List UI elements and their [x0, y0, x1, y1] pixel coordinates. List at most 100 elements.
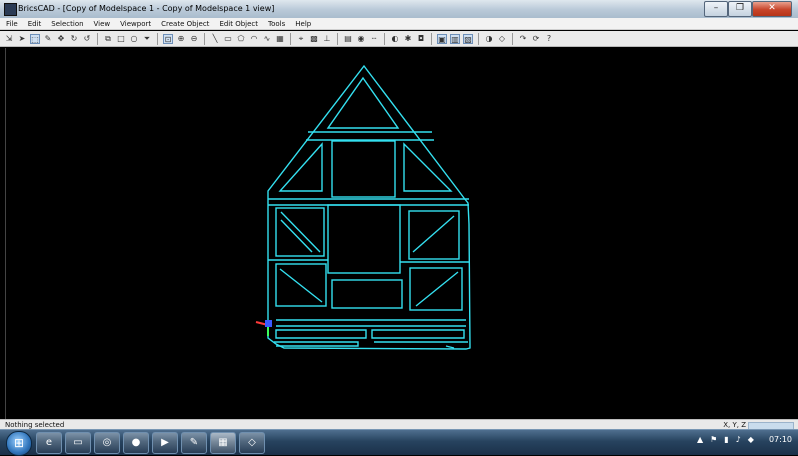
toolbar-separator — [157, 32, 158, 45]
app-icon[interactable]: ◇ — [239, 432, 265, 454]
right-lower-brace — [415, 271, 459, 307]
window-title: BricsCAD - [Copy of Modelspace 1 - Copy … — [18, 4, 275, 13]
arc-icon[interactable]: ◠ — [249, 34, 259, 44]
window-controls: – ❐ ✕ — [704, 1, 792, 17]
volume-icon[interactable]: ♪ — [736, 435, 741, 444]
start-button[interactable]: ⊞ — [6, 431, 32, 456]
toolbar-separator — [290, 32, 291, 45]
grid-icon[interactable]: ▩ — [309, 34, 319, 44]
rectangle-icon[interactable]: ▭ — [223, 34, 233, 44]
undo-arc-icon[interactable]: ↺ — [82, 34, 92, 44]
light-icon[interactable]: ✱ — [403, 34, 413, 44]
color-icon[interactable]: ◉ — [356, 34, 366, 44]
shield-icon[interactable]: ◆ — [748, 435, 754, 444]
close-button[interactable]: ✕ — [752, 1, 792, 17]
base-plate — [274, 341, 468, 349]
menu-help[interactable]: Help — [295, 18, 311, 29]
box-select-icon[interactable]: ⬚ — [30, 33, 40, 44]
menu-edit-object[interactable]: Edit Object — [219, 18, 258, 29]
menu-view[interactable]: View — [94, 18, 111, 29]
clock[interactable]: 07:10 — [769, 435, 792, 444]
zoom-out-icon[interactable]: ⊖ — [189, 34, 199, 44]
toolbar-separator — [204, 32, 205, 45]
left-brace — [280, 211, 321, 253]
menu-create-object[interactable]: Create Object — [161, 18, 209, 29]
system-tray: ▲ ⚑ ▮ ♪ ◆ 07:10 — [697, 435, 792, 444]
pencil-icon[interactable]: ✎ — [43, 34, 53, 44]
layer-icon[interactable]: ▤ — [343, 34, 353, 44]
coordinate-readout: X, Y, Z — [723, 421, 746, 429]
foundation-right — [371, 329, 465, 339]
snap-icon[interactable]: ⌖ — [296, 34, 306, 44]
toolbar-separator — [512, 32, 513, 45]
toolbar-separator — [384, 32, 385, 45]
network-icon[interactable]: ▮ — [724, 435, 728, 444]
view-side-icon[interactable]: ▧ — [463, 33, 473, 44]
render-icon[interactable]: ◐ — [390, 34, 400, 44]
main-toolbar: ⇲ ➤ ⬚ ✎ ✥ ↻ ↺ ⧉ □ ○ ⏷ ⊡ ⊕ ⊖ ╲ ▭ ⬠ ◠ ∿ ▦ ⌖ ▩ ⊥ ▤ ◉ ┄ ◐ ✱ ◘ ▣ ▥ ▧ ◑ ◇ ↷ ⟳? — [0, 31, 798, 47]
lower-beam — [268, 259, 469, 263]
explorer-icon[interactable]: ▭ — [65, 432, 91, 454]
toolbar-separator — [337, 32, 338, 45]
maximize-button[interactable]: ❐ — [728, 1, 752, 17]
zoom-window-icon[interactable]: ⊡ — [163, 33, 173, 44]
shade-icon[interactable]: ◑ — [484, 34, 494, 44]
media-icon[interactable]: ▶ — [152, 432, 178, 454]
move-icon[interactable]: ✥ — [56, 34, 66, 44]
roof-inner-apex — [326, 76, 400, 129]
copy-icon[interactable]: ⧉ — [103, 34, 113, 44]
select-icon[interactable]: ⇲ — [4, 34, 14, 44]
menu-file[interactable]: File — [6, 18, 18, 29]
left-lower-brace — [279, 268, 323, 303]
view-top-icon[interactable]: ▣ — [437, 33, 447, 44]
polygon-icon[interactable]: ⬠ — [236, 34, 246, 44]
menu-bar: File Edit Selection View Viewport Create… — [0, 18, 798, 30]
help-icon[interactable]: ? — [544, 34, 554, 44]
tray-arrow-icon[interactable]: ▲ — [697, 435, 703, 444]
line-icon[interactable]: ╲ — [210, 34, 220, 44]
view-front-icon[interactable]: ▥ — [450, 33, 460, 44]
mid-beam — [268, 198, 469, 206]
camera-icon[interactable]: ◘ — [416, 34, 426, 44]
funnel-icon[interactable]: ⏷ — [142, 34, 152, 44]
sill-beam — [276, 319, 466, 327]
taskbar: ⊞ e ▭ ◎ ● ▶ ✎ ▦ ◇ ▲ ⚑ ▮ ♪ ◆ 07:10 — [0, 429, 798, 456]
hatch-icon[interactable]: ▦ — [275, 34, 285, 44]
rotate-icon[interactable]: ↻ — [69, 34, 79, 44]
ucs-axis-gizmo-icon — [255, 320, 272, 336]
house-wireframe-drawing — [255, 64, 471, 350]
minimize-button[interactable]: – — [704, 1, 728, 17]
right-roof-panel — [403, 142, 453, 192]
app-logo-icon — [4, 3, 17, 16]
cad-icon[interactable]: ▦ — [210, 432, 236, 454]
drawing-viewport[interactable] — [5, 48, 793, 419]
paint-icon[interactable]: ✎ — [181, 432, 207, 454]
toolbar-separator — [97, 32, 98, 45]
ortho-icon[interactable]: ⊥ — [322, 34, 332, 44]
toolbar-separator — [478, 32, 479, 45]
refresh-icon[interactable]: ⟳ — [531, 34, 541, 44]
pointer-icon[interactable]: ➤ — [17, 34, 27, 44]
square-icon[interactable]: □ — [116, 34, 126, 44]
upper-window — [331, 140, 396, 198]
menu-selection[interactable]: Selection — [51, 18, 83, 29]
title-bar: BricsCAD - [Copy of Modelspace 1 - Copy … — [0, 0, 798, 19]
toolbar-separator — [431, 32, 432, 45]
menu-viewport[interactable]: Viewport — [120, 18, 151, 29]
flag-icon[interactable]: ⚑ — [710, 435, 717, 444]
spline-icon[interactable]: ∿ — [262, 34, 272, 44]
foundation-left — [275, 329, 367, 339]
status-message: Nothing selected — [5, 421, 65, 429]
wire-icon[interactable]: ◇ — [497, 34, 507, 44]
chrome-icon[interactable]: ◎ — [94, 432, 120, 454]
menu-edit[interactable]: Edit — [28, 18, 42, 29]
redo-icon[interactable]: ↷ — [518, 34, 528, 44]
firefox-icon[interactable]: ● — [123, 432, 149, 454]
right-brace — [412, 215, 455, 253]
zoom-in-icon[interactable]: ⊕ — [176, 34, 186, 44]
menu-tools[interactable]: Tools — [268, 18, 285, 29]
circle-icon[interactable]: ○ — [129, 34, 139, 44]
ie-icon[interactable]: e — [36, 432, 62, 454]
linetype-icon[interactable]: ┄ — [369, 34, 379, 44]
center-lower-panel — [331, 279, 403, 309]
